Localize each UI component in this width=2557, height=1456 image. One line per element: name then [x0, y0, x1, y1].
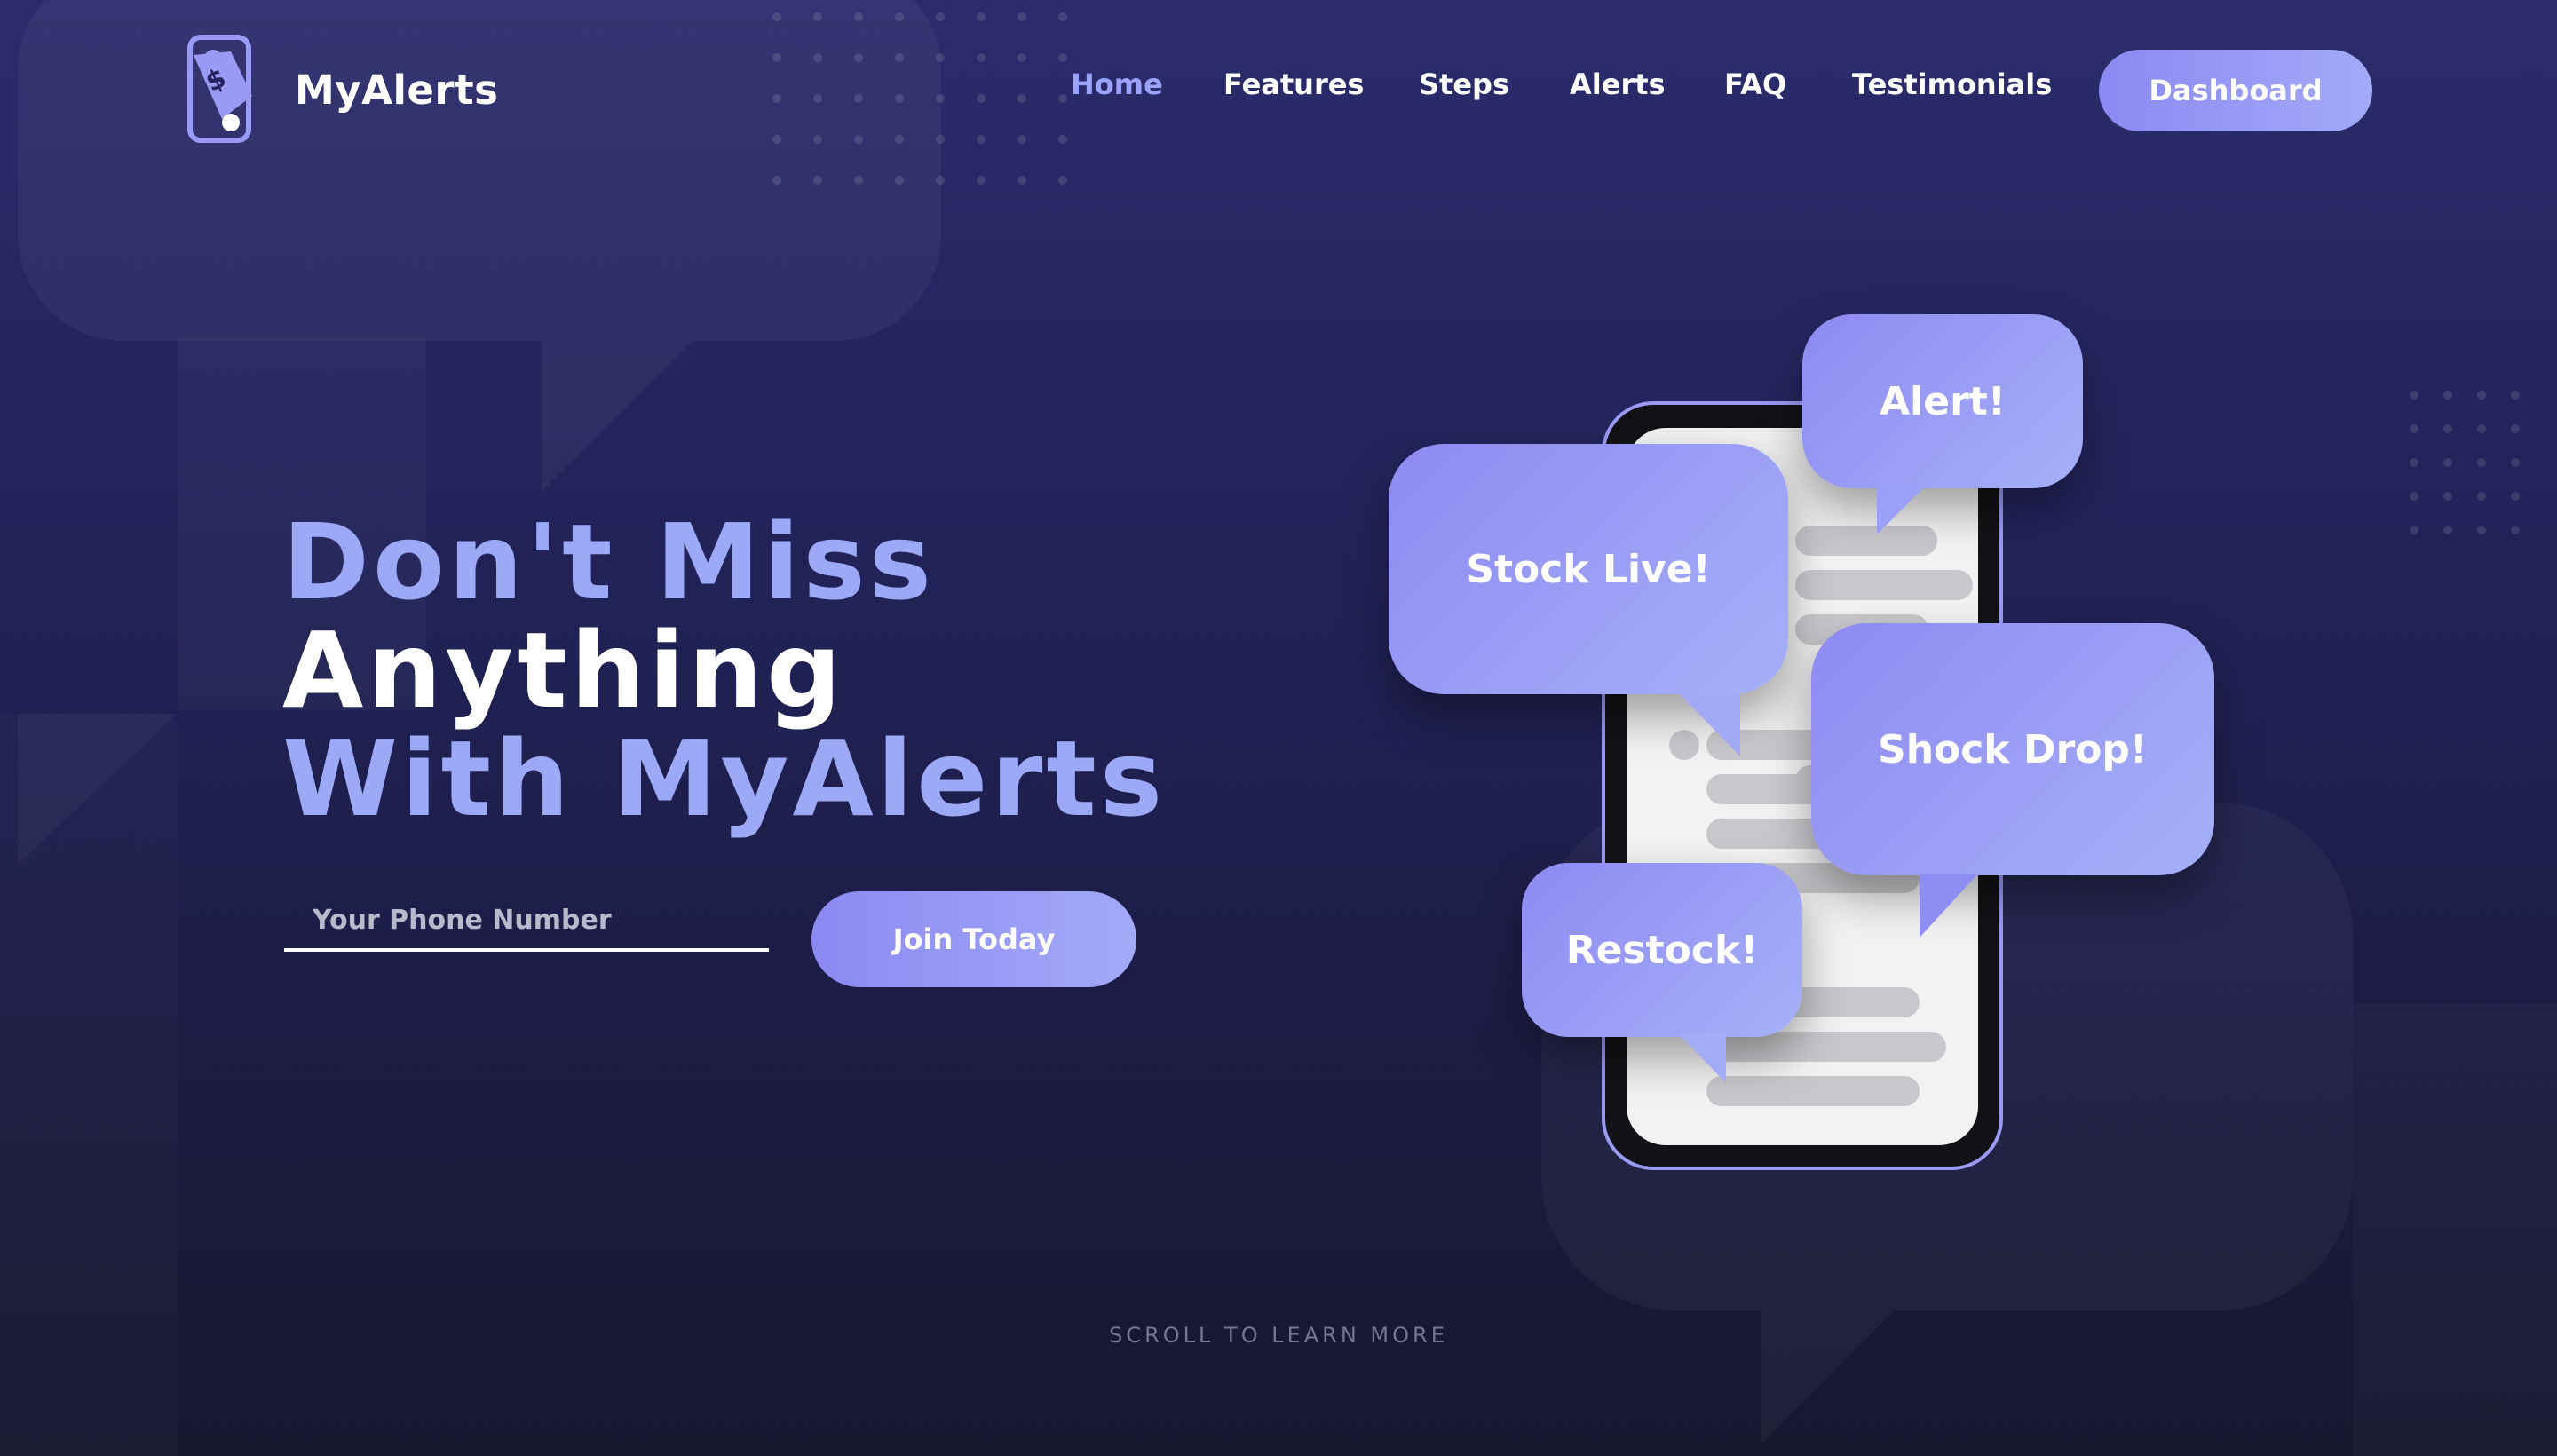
decorative-dot: [1017, 176, 1026, 185]
decorative-dot: [977, 135, 986, 144]
decorative-dot: [895, 12, 904, 21]
decorative-dot: [813, 135, 822, 144]
decorative-dot: [854, 53, 863, 62]
decorative-dot: [813, 53, 822, 62]
bubble-stock-live: Stock Live!: [1389, 444, 1788, 756]
decorative-dot: [1017, 53, 1026, 62]
decorative-dot: [772, 53, 781, 62]
decorative-dot: [2511, 492, 2520, 501]
decorative-dot: [2477, 424, 2486, 433]
decorative-dot: [895, 176, 904, 185]
decorative-dot: [2410, 424, 2418, 433]
decorative-dot: [2443, 391, 2452, 400]
background-bubble-tail-left: [18, 714, 178, 865]
decorative-dot: [2477, 492, 2486, 501]
decorative-dot: [977, 12, 986, 21]
dashboard-button[interactable]: Dashboard: [2099, 50, 2372, 131]
nav-faq[interactable]: FAQ: [1724, 67, 1786, 101]
decorative-dot: [2410, 391, 2418, 400]
decorative-dot: [2511, 458, 2520, 467]
nav-testimonials[interactable]: Testimonials: [1852, 67, 2052, 101]
bubble-alert: Alert!: [1802, 314, 2083, 534]
join-today-button[interactable]: Join Today: [811, 891, 1136, 987]
headline-line-1: Don't Miss: [282, 501, 935, 623]
decorative-dot: [813, 176, 822, 185]
decorative-dot: [772, 135, 781, 144]
decorative-dot: [2477, 391, 2486, 400]
phone-number-field: [284, 891, 769, 952]
decorative-dot: [2443, 424, 2452, 433]
decorative-dot: [936, 135, 945, 144]
decorative-dot: [936, 12, 945, 21]
decorative-dot: [813, 12, 822, 21]
nav-features[interactable]: Features: [1223, 67, 1364, 101]
decorative-dot: [854, 135, 863, 144]
headline-line-2: Anything: [282, 609, 845, 732]
decorative-dot: [2511, 391, 2520, 400]
screen-line: [1706, 1076, 1920, 1106]
nav-home[interactable]: Home: [1071, 67, 1163, 101]
decorative-dot: [977, 53, 986, 62]
decorative-dot: [2477, 526, 2486, 534]
headline-line-3: With MyAlerts: [282, 717, 1167, 840]
decorative-dot: [854, 176, 863, 185]
decorative-dot: [895, 53, 904, 62]
decorative-dot: [1058, 176, 1067, 185]
decorative-dot: [772, 176, 781, 185]
bubble-shock-drop: Shock Drop!: [1811, 623, 2214, 938]
screen-line: [1795, 570, 1973, 600]
background-bubble-tail-top: [542, 341, 693, 492]
decorative-dot: [2443, 492, 2452, 501]
decorative-dot: [2511, 424, 2520, 433]
decorative-dot: [2410, 458, 2418, 467]
decorative-dot: [2443, 458, 2452, 467]
decorative-dot: [895, 135, 904, 144]
decorative-dot: [2410, 492, 2418, 501]
decorative-dot: [1017, 12, 1026, 21]
scroll-hint[interactable]: SCROLL TO LEARN MORE: [0, 1323, 2557, 1348]
decorative-dot: [936, 176, 945, 185]
decorative-dot: [772, 12, 781, 21]
decorative-dot: [2443, 526, 2452, 534]
decorative-dot: [977, 176, 986, 185]
nav-steps[interactable]: Steps: [1419, 67, 1509, 101]
bubble-restock: Restock!: [1522, 863, 1802, 1083]
decorative-dot: [1017, 135, 1026, 144]
decorative-dot: [1058, 135, 1067, 144]
decorative-dot: [854, 12, 863, 21]
decorative-dot: [1058, 12, 1067, 21]
hero-headline: Don't Miss Anything With MyAlerts: [282, 508, 1166, 833]
decorative-dot: [1058, 53, 1067, 62]
decorative-dot: [2410, 526, 2418, 534]
background-block-right: [2353, 1003, 2557, 1456]
phone-number-input[interactable]: [313, 904, 769, 936]
decorative-dot: [936, 53, 945, 62]
decorative-dot: [2511, 526, 2520, 534]
decorative-dot: [2477, 458, 2486, 467]
dot-grid-right: [2410, 391, 2557, 568]
nav-alerts[interactable]: Alerts: [1570, 67, 1666, 101]
